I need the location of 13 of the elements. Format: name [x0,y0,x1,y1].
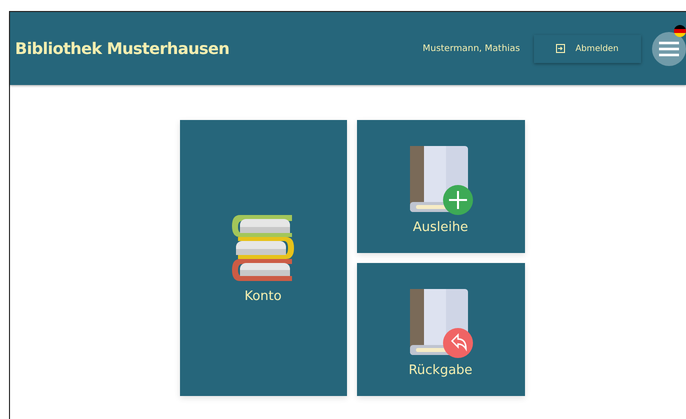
menu-tile[interactable]: Rückgabe [356,263,524,396]
sign-in-icon [556,44,566,53]
logout-button[interactable]: Abmelden [534,34,641,62]
menu-button[interactable] [652,32,686,66]
german-flag-icon[interactable] [674,25,686,37]
app-title: Bibliothek Musterhausen [15,39,230,58]
book-stack-icon [232,212,294,280]
menu-icon [659,40,679,56]
menu-tile[interactable]: Konto [180,120,346,396]
menu-tile[interactable]: Ausleihe [356,120,524,253]
user-name: Mustermann, Mathias [422,44,520,54]
book-plus-icon [408,146,474,216]
book-return-icon [408,289,474,359]
